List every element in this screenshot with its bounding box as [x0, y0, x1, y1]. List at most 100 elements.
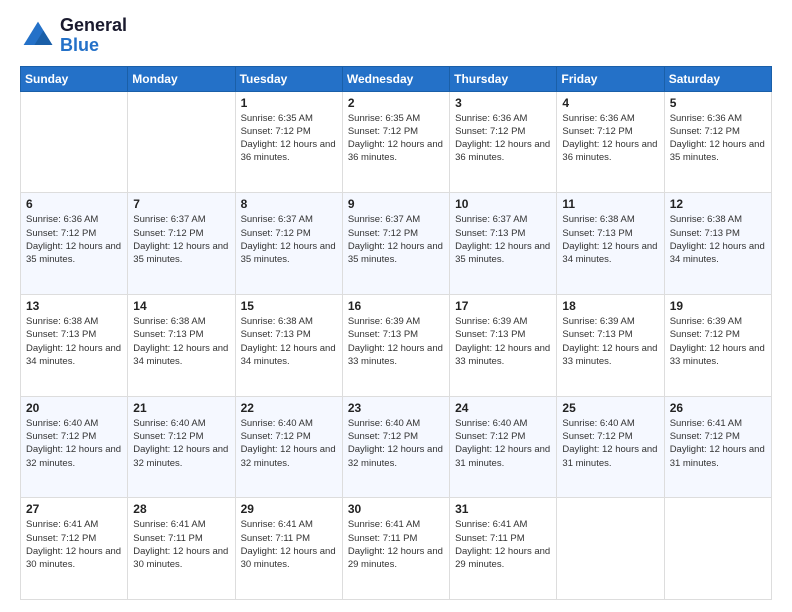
day-number: 5 — [670, 96, 766, 110]
day-number: 16 — [348, 299, 444, 313]
table-row: 17 Sunrise: 6:39 AM Sunset: 7:13 PM Dayli… — [450, 294, 557, 396]
day-info: Sunrise: 6:36 AM Sunset: 7:12 PM Dayligh… — [670, 112, 766, 165]
col-thursday: Thursday — [450, 66, 557, 91]
table-row: 7 Sunrise: 6:37 AM Sunset: 7:12 PM Daylig… — [128, 193, 235, 295]
day-info: Sunrise: 6:41 AM Sunset: 7:12 PM Dayligh… — [670, 417, 766, 470]
page: General Blue Sunday Monday Tuesday Wedne… — [0, 0, 792, 612]
day-info: Sunrise: 6:39 AM Sunset: 7:13 PM Dayligh… — [455, 315, 551, 368]
day-info: Sunrise: 6:40 AM Sunset: 7:12 PM Dayligh… — [562, 417, 658, 470]
col-tuesday: Tuesday — [235, 66, 342, 91]
table-row — [557, 498, 664, 600]
table-row: 24 Sunrise: 6:40 AM Sunset: 7:12 PM Dayli… — [450, 396, 557, 498]
day-info: Sunrise: 6:41 AM Sunset: 7:12 PM Dayligh… — [26, 518, 122, 571]
day-number: 17 — [455, 299, 551, 313]
day-number: 8 — [241, 197, 337, 211]
day-number: 1 — [241, 96, 337, 110]
day-info: Sunrise: 6:37 AM Sunset: 7:12 PM Dayligh… — [241, 213, 337, 266]
day-number: 10 — [455, 197, 551, 211]
day-number: 26 — [670, 401, 766, 415]
table-row: 30 Sunrise: 6:41 AM Sunset: 7:11 PM Dayli… — [342, 498, 449, 600]
header: General Blue — [20, 16, 772, 56]
day-number: 11 — [562, 197, 658, 211]
day-info: Sunrise: 6:40 AM Sunset: 7:12 PM Dayligh… — [348, 417, 444, 470]
day-info: Sunrise: 6:41 AM Sunset: 7:11 PM Dayligh… — [348, 518, 444, 571]
calendar-week-row: 13 Sunrise: 6:38 AM Sunset: 7:13 PM Dayli… — [21, 294, 772, 396]
logo-icon — [20, 18, 56, 54]
day-info: Sunrise: 6:40 AM Sunset: 7:12 PM Dayligh… — [26, 417, 122, 470]
table-row: 6Sunrise: 6:36 AM Sunset: 7:12 PM Daylig… — [21, 193, 128, 295]
calendar-table: Sunday Monday Tuesday Wednesday Thursday… — [20, 66, 772, 600]
table-row: 21 Sunrise: 6:40 AM Sunset: 7:12 PM Dayli… — [128, 396, 235, 498]
table-row — [128, 91, 235, 193]
logo-text: General Blue — [60, 16, 127, 56]
day-info: Sunrise: 6:40 AM Sunset: 7:12 PM Dayligh… — [455, 417, 551, 470]
table-row: 8 Sunrise: 6:37 AM Sunset: 7:12 PM Daylig… — [235, 193, 342, 295]
day-info: Sunrise: 6:41 AM Sunset: 7:11 PM Dayligh… — [241, 518, 337, 571]
day-info: Sunrise: 6:40 AM Sunset: 7:12 PM Dayligh… — [241, 417, 337, 470]
day-number: 4 — [562, 96, 658, 110]
calendar-week-row: 6Sunrise: 6:36 AM Sunset: 7:12 PM Daylig… — [21, 193, 772, 295]
day-info: Sunrise: 6:41 AM Sunset: 7:11 PM Dayligh… — [455, 518, 551, 571]
table-row: 11 Sunrise: 6:38 AM Sunset: 7:13 PM Dayli… — [557, 193, 664, 295]
day-info: Sunrise: 6:38 AM Sunset: 7:13 PM Dayligh… — [241, 315, 337, 368]
day-info: Sunrise: 6:37 AM Sunset: 7:12 PM Dayligh… — [348, 213, 444, 266]
day-number: 9 — [348, 197, 444, 211]
day-info: Sunrise: 6:35 AM Sunset: 7:12 PM Dayligh… — [348, 112, 444, 165]
col-friday: Friday — [557, 66, 664, 91]
calendar-week-row: 1 Sunrise: 6:35 AM Sunset: 7:12 PM Daylig… — [21, 91, 772, 193]
day-number: 3 — [455, 96, 551, 110]
table-row: 15Sunrise: 6:38 AM Sunset: 7:13 PM Dayli… — [235, 294, 342, 396]
table-row: 2Sunrise: 6:35 AM Sunset: 7:12 PM Daylig… — [342, 91, 449, 193]
logo: General Blue — [20, 16, 127, 56]
table-row: 10 Sunrise: 6:37 AM Sunset: 7:13 PM Dayli… — [450, 193, 557, 295]
calendar-week-row: 27 Sunrise: 6:41 AM Sunset: 7:12 PM Dayli… — [21, 498, 772, 600]
day-info: Sunrise: 6:39 AM Sunset: 7:13 PM Dayligh… — [562, 315, 658, 368]
table-row: 5 Sunrise: 6:36 AM Sunset: 7:12 PM Daylig… — [664, 91, 771, 193]
day-info: Sunrise: 6:38 AM Sunset: 7:13 PM Dayligh… — [133, 315, 229, 368]
table-row: 27 Sunrise: 6:41 AM Sunset: 7:12 PM Dayli… — [21, 498, 128, 600]
col-saturday: Saturday — [664, 66, 771, 91]
table-row — [21, 91, 128, 193]
day-info: Sunrise: 6:41 AM Sunset: 7:11 PM Dayligh… — [133, 518, 229, 571]
table-row: 9 Sunrise: 6:37 AM Sunset: 7:12 PM Daylig… — [342, 193, 449, 295]
table-row: 14Sunrise: 6:38 AM Sunset: 7:13 PM Dayli… — [128, 294, 235, 396]
day-info: Sunrise: 6:39 AM Sunset: 7:12 PM Dayligh… — [670, 315, 766, 368]
day-number: 31 — [455, 502, 551, 516]
calendar-week-row: 20 Sunrise: 6:40 AM Sunset: 7:12 PM Dayli… — [21, 396, 772, 498]
table-row: 31 Sunrise: 6:41 AM Sunset: 7:11 PM Dayli… — [450, 498, 557, 600]
day-number: 28 — [133, 502, 229, 516]
day-number: 27 — [26, 502, 122, 516]
table-row: 25 Sunrise: 6:40 AM Sunset: 7:12 PM Dayli… — [557, 396, 664, 498]
day-number: 21 — [133, 401, 229, 415]
day-info: Sunrise: 6:37 AM Sunset: 7:13 PM Dayligh… — [455, 213, 551, 266]
day-number: 25 — [562, 401, 658, 415]
col-monday: Monday — [128, 66, 235, 91]
day-info: Sunrise: 6:36 AM Sunset: 7:12 PM Dayligh… — [562, 112, 658, 165]
day-number: 30 — [348, 502, 444, 516]
day-info: Sunrise: 6:40 AM Sunset: 7:12 PM Dayligh… — [133, 417, 229, 470]
day-number: 22 — [241, 401, 337, 415]
day-info: Sunrise: 6:37 AM Sunset: 7:12 PM Dayligh… — [133, 213, 229, 266]
table-row: 26 Sunrise: 6:41 AM Sunset: 7:12 PM Dayli… — [664, 396, 771, 498]
day-number: 7 — [133, 197, 229, 211]
table-row: 13 Sunrise: 6:38 AM Sunset: 7:13 PM Dayli… — [21, 294, 128, 396]
day-info: Sunrise: 6:38 AM Sunset: 7:13 PM Dayligh… — [670, 213, 766, 266]
day-info: Sunrise: 6:35 AM Sunset: 7:12 PM Dayligh… — [241, 112, 337, 165]
col-sunday: Sunday — [21, 66, 128, 91]
calendar-header-row: Sunday Monday Tuesday Wednesday Thursday… — [21, 66, 772, 91]
day-number: 24 — [455, 401, 551, 415]
table-row: 1 Sunrise: 6:35 AM Sunset: 7:12 PM Daylig… — [235, 91, 342, 193]
day-info: Sunrise: 6:39 AM Sunset: 7:13 PM Dayligh… — [348, 315, 444, 368]
table-row: 19Sunrise: 6:39 AM Sunset: 7:12 PM Dayli… — [664, 294, 771, 396]
day-number: 29 — [241, 502, 337, 516]
day-info: Sunrise: 6:38 AM Sunset: 7:13 PM Dayligh… — [562, 213, 658, 266]
table-row: 20 Sunrise: 6:40 AM Sunset: 7:12 PM Dayli… — [21, 396, 128, 498]
day-number: 18 — [562, 299, 658, 313]
table-row: 4 Sunrise: 6:36 AM Sunset: 7:12 PM Daylig… — [557, 91, 664, 193]
day-number: 6 — [26, 197, 122, 211]
day-number: 13 — [26, 299, 122, 313]
table-row: 3Sunrise: 6:36 AM Sunset: 7:12 PM Daylig… — [450, 91, 557, 193]
day-number: 20 — [26, 401, 122, 415]
col-wednesday: Wednesday — [342, 66, 449, 91]
day-info: Sunrise: 6:38 AM Sunset: 7:13 PM Dayligh… — [26, 315, 122, 368]
